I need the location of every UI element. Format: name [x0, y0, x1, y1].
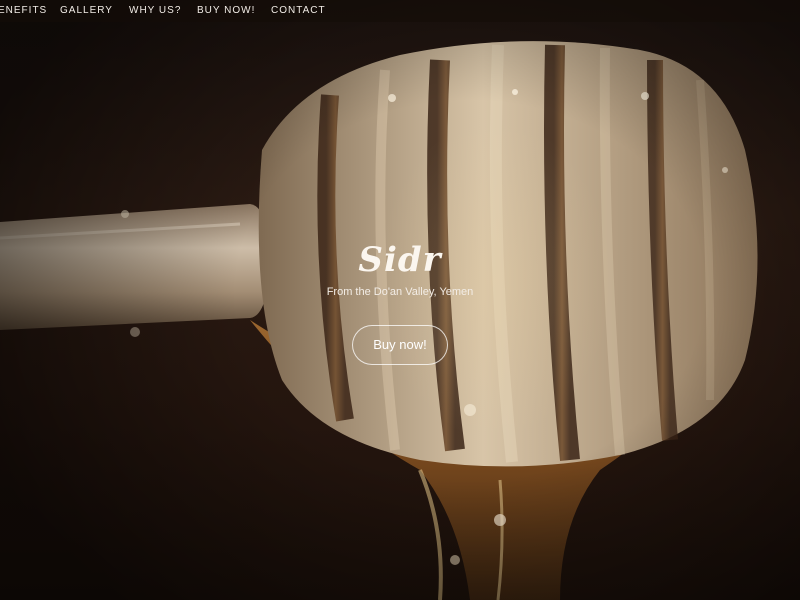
top-navigation: ENEFITS GALLERY WHY US? BUY NOW! CONTACT — [0, 0, 800, 22]
nav-item-benefits[interactable]: ENEFITS — [0, 5, 47, 16]
hero-content: Sidr From the Do'an Valley, Yemen Buy no… — [0, 240, 800, 365]
hero-subtitle: From the Do'an Valley, Yemen — [326, 286, 474, 298]
nav-item-gallery[interactable]: GALLERY — [60, 5, 113, 16]
hero-title: Sidr — [358, 240, 442, 280]
nav-item-buy-now[interactable]: BUY NOW! — [197, 5, 255, 16]
buy-now-button[interactable]: Buy now! — [352, 325, 448, 365]
nav-item-why-us[interactable]: WHY US? — [129, 5, 181, 16]
nav-item-contact[interactable]: CONTACT — [271, 5, 326, 16]
hero-section: ENEFITS GALLERY WHY US? BUY NOW! CONTACT… — [0, 0, 800, 600]
